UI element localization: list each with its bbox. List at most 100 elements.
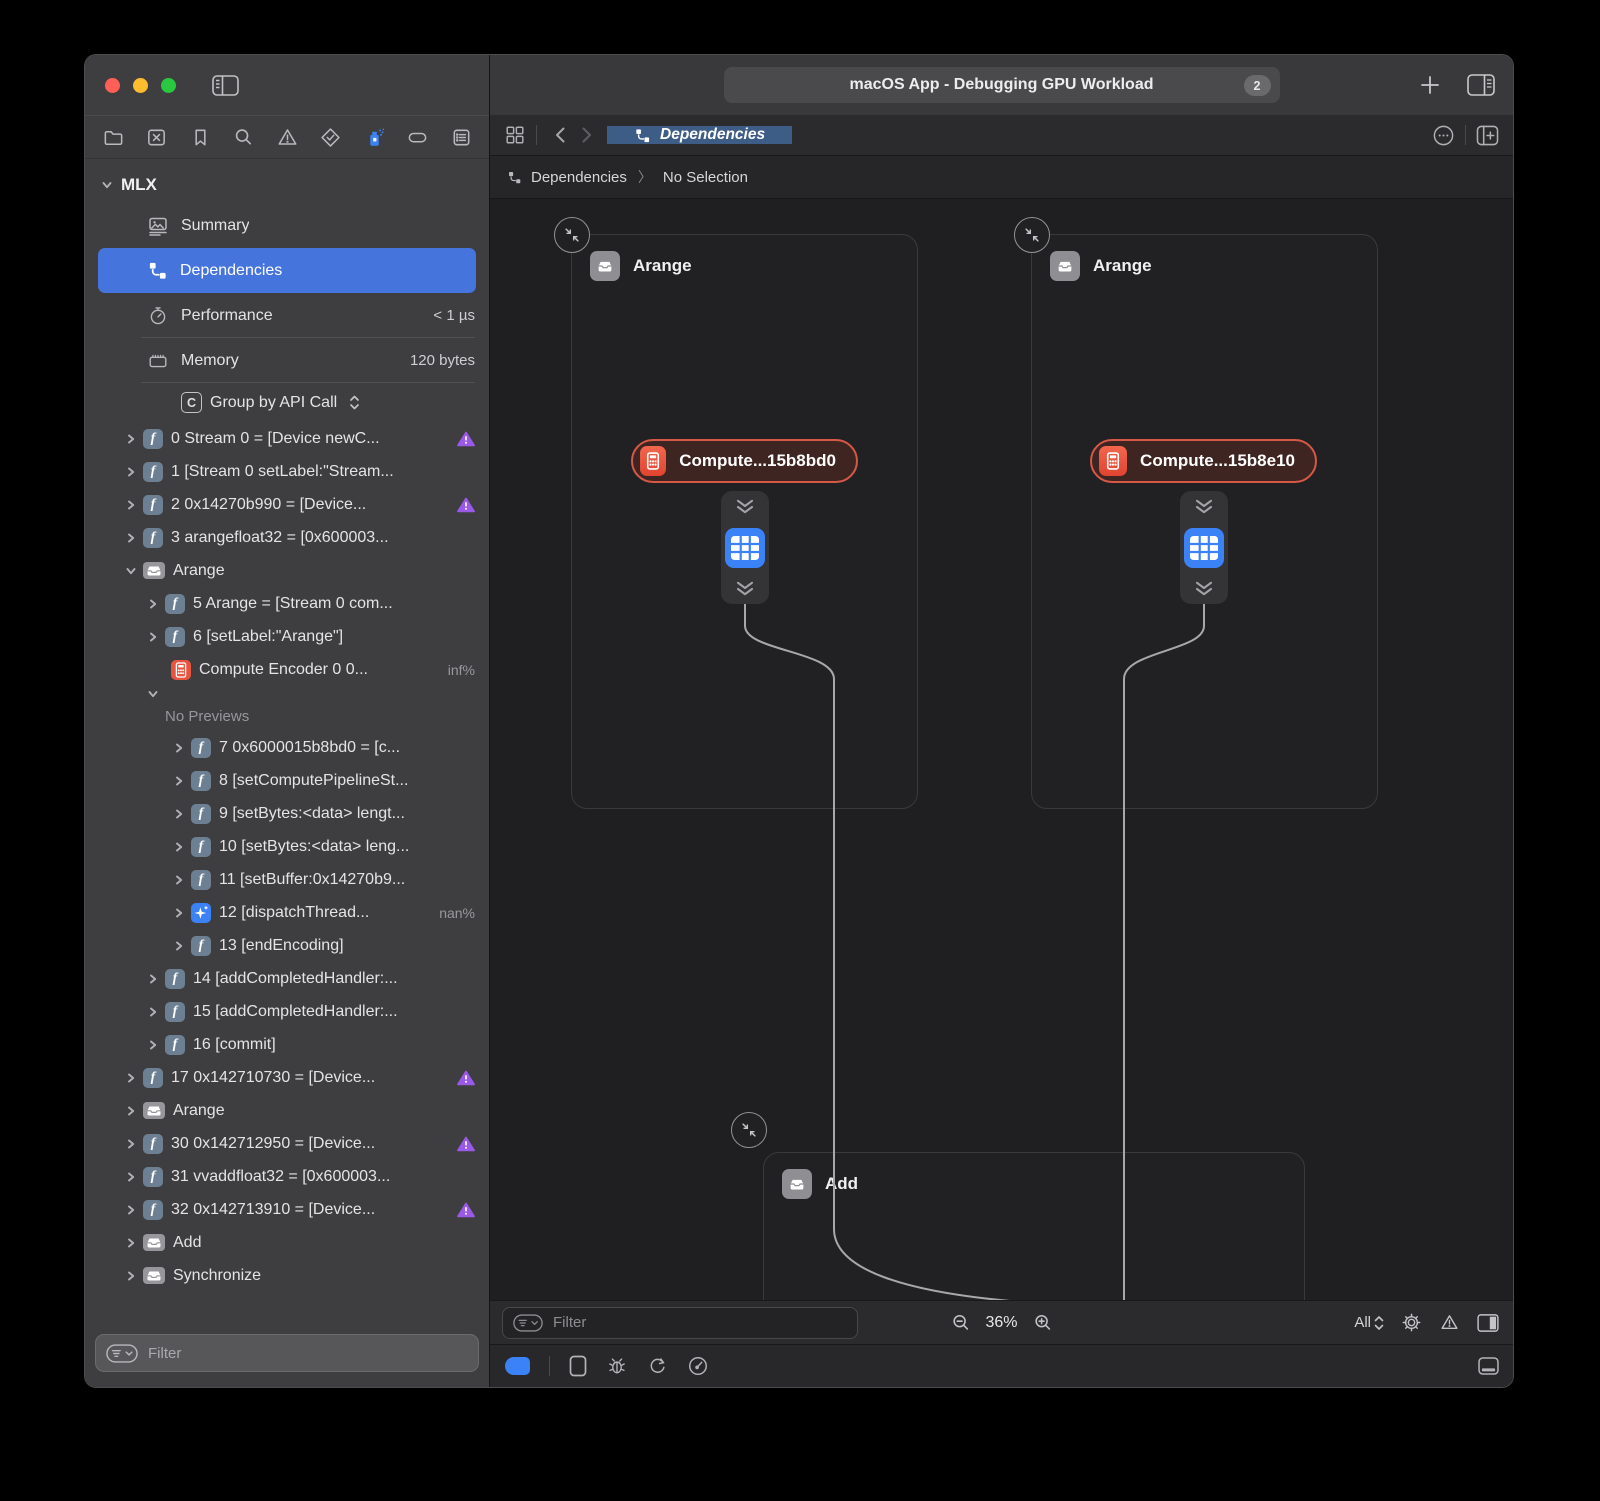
search-navigator-icon[interactable] xyxy=(229,122,259,152)
debug-navigator-icon[interactable] xyxy=(359,122,389,152)
buffer-port-widget[interactable] xyxy=(1180,491,1228,604)
graph-filter-input[interactable] xyxy=(551,1313,847,1332)
sidebar-toggle-icon[interactable] xyxy=(212,75,239,96)
disclosure-closed-icon[interactable] xyxy=(147,973,159,985)
tree-item[interactable]: f16 [commit] xyxy=(85,1028,489,1061)
report-navigator-icon[interactable] xyxy=(446,122,476,152)
collapse-group-button[interactable] xyxy=(1014,217,1050,253)
buffer-port-widget[interactable] xyxy=(721,491,769,604)
disclosure-open-icon[interactable] xyxy=(125,565,137,577)
tree-item[interactable]: 12 [dispatchThread...nan% xyxy=(85,896,489,929)
tree-item[interactable]: Synchronize xyxy=(85,1259,489,1292)
tree-item[interactable]: f2 0x14270b990 = [Device... xyxy=(85,488,489,521)
reload-icon[interactable] xyxy=(647,1356,668,1377)
disclosure-closed-icon[interactable] xyxy=(125,433,137,445)
tree-item[interactable]: f0 Stream 0 = [Device newC... xyxy=(85,422,489,455)
disclosure-closed-icon[interactable] xyxy=(125,1204,137,1216)
gpu-capture-icon[interactable] xyxy=(505,1357,530,1375)
sidebar-filter-field[interactable] xyxy=(95,1334,479,1372)
sidebar-item-performance[interactable]: Performance< 1 µs xyxy=(85,293,489,338)
bottom-panel-icon[interactable] xyxy=(1478,1357,1499,1375)
compute-encoder-node[interactable]: Compute...15b8bd0 xyxy=(631,439,858,483)
compute-encoder-node[interactable]: Compute...15b8e10 xyxy=(1090,439,1317,483)
new-tab-button[interactable] xyxy=(1419,74,1441,96)
tab-dependencies[interactable]: Dependencies xyxy=(607,126,792,144)
tree-item[interactable]: f5 Arange = [Stream 0 com... xyxy=(85,587,489,620)
tree-item[interactable]: f1 [Stream 0 setLabel:"Stream... xyxy=(85,455,489,488)
disclosure-closed-icon[interactable] xyxy=(147,1006,159,1018)
issues-navigator-icon[interactable] xyxy=(272,122,302,152)
disclosure-closed-icon[interactable] xyxy=(147,1039,159,1051)
scope-selector[interactable]: All xyxy=(1354,1314,1384,1331)
tree-item[interactable]: Compute Encoder 0 0...inf% xyxy=(85,653,489,686)
disclosure-closed-icon[interactable] xyxy=(125,1171,137,1183)
disclosure-closed-icon[interactable] xyxy=(125,1072,137,1084)
tree-item[interactable]: f30 0x142712950 = [Device... xyxy=(85,1127,489,1160)
breadcrumb-item[interactable]: Dependencies xyxy=(531,169,627,186)
tree-item[interactable]: f11 [setBuffer:0x14270b9... xyxy=(85,863,489,896)
back-button[interactable] xyxy=(547,122,573,148)
disclosure-closed-icon[interactable] xyxy=(173,808,185,820)
more-options-icon[interactable] xyxy=(1432,124,1455,147)
zoom-in-button[interactable] xyxy=(1033,1313,1053,1333)
disclosure-closed-icon[interactable] xyxy=(173,940,185,952)
disclosure-closed-icon[interactable] xyxy=(125,466,137,478)
disclosure-closed-icon[interactable] xyxy=(147,598,159,610)
disclosure-closed-icon[interactable] xyxy=(173,841,185,853)
tree-item[interactable]: f8 [setComputePipelineSt... xyxy=(85,764,489,797)
tree-item[interactable]: Arange xyxy=(85,1094,489,1127)
settings-gear-icon[interactable] xyxy=(1401,1312,1422,1333)
tree-item[interactable]: Add xyxy=(85,1226,489,1259)
disclosure-closed-icon[interactable] xyxy=(173,874,185,886)
buffer-grid-icon[interactable] xyxy=(1184,528,1224,568)
tree-item[interactable]: f14 [addCompletedHandler:... xyxy=(85,962,489,995)
disclosure-closed-icon[interactable] xyxy=(147,631,159,643)
tree-item[interactable]: f6 [setLabel:"Arange"] xyxy=(85,620,489,653)
sidebar-item-dependencies[interactable]: Dependencies xyxy=(98,248,476,293)
disclosure-closed-icon[interactable] xyxy=(173,907,185,919)
disclosure-closed-icon[interactable] xyxy=(125,1105,137,1117)
collapse-group-button[interactable] xyxy=(731,1112,767,1148)
tree-item[interactable]: f32 0x142713910 = [Device... xyxy=(85,1193,489,1226)
zoom-window-button[interactable] xyxy=(161,78,176,93)
tree-item[interactable]: Arange xyxy=(85,554,489,587)
tree-item[interactable]: f17 0x142710730 = [Device... xyxy=(85,1061,489,1094)
disclosure-closed-icon[interactable] xyxy=(173,742,185,754)
debug-shader-icon[interactable] xyxy=(606,1355,628,1377)
performance-gauge-icon[interactable] xyxy=(687,1355,709,1377)
graph-filter-field[interactable] xyxy=(502,1307,858,1339)
dependency-graph-canvas[interactable]: Arange Arange Add xyxy=(490,199,1513,1300)
add-editor-icon[interactable] xyxy=(1476,125,1499,146)
disclosure-closed-icon[interactable] xyxy=(125,532,137,544)
sidebar-item-summary[interactable]: Summary xyxy=(85,203,489,248)
buffer-grid-icon[interactable] xyxy=(725,528,765,568)
tree-item[interactable]: f7 0x6000015b8bd0 = [c... xyxy=(85,731,489,764)
disclosure-open-icon[interactable] xyxy=(147,688,159,700)
active-window-tab[interactable]: macOS App - Debugging GPU Workload 2 xyxy=(724,67,1280,103)
frame-bounds-icon[interactable] xyxy=(569,1355,587,1377)
sidebar-filter-input[interactable] xyxy=(146,1344,468,1363)
tree-item[interactable]: f9 [setBytes:<data> lengt... xyxy=(85,797,489,830)
tree-item[interactable]: f10 [setBytes:<data> leng... xyxy=(85,830,489,863)
disclosure-closed-icon[interactable] xyxy=(125,499,137,511)
close-window-button[interactable] xyxy=(105,78,120,93)
disclosure-closed-icon[interactable] xyxy=(125,1138,137,1150)
tab-grid-icon[interactable] xyxy=(504,124,526,146)
warning-toggle-icon[interactable] xyxy=(1439,1312,1460,1333)
project-navigator-icon[interactable] xyxy=(98,122,128,152)
tree-item[interactable]: f31 vvaddfloat32 = [0x600003... xyxy=(85,1160,489,1193)
disclosure-closed-icon[interactable] xyxy=(173,775,185,787)
inspector-panel-icon[interactable] xyxy=(1477,1314,1499,1332)
previews-disclosure[interactable] xyxy=(85,686,489,701)
disclosure-open-icon[interactable] xyxy=(101,179,113,191)
bookmark-navigator-icon[interactable] xyxy=(185,122,215,152)
tree-item[interactable]: f15 [addCompletedHandler:... xyxy=(85,995,489,1028)
sidebar-item-memory[interactable]: Memory120 bytes xyxy=(85,338,489,383)
tree-item[interactable]: f13 [endEncoding] xyxy=(85,929,489,962)
tests-navigator-icon[interactable] xyxy=(316,122,346,152)
tags-navigator-icon[interactable] xyxy=(403,122,433,152)
forward-button[interactable] xyxy=(573,122,599,148)
sidebar-root-mlx[interactable]: MLX xyxy=(85,167,489,203)
group-by-stepper-icon[interactable] xyxy=(349,394,360,411)
capture-navigator-icon[interactable] xyxy=(142,122,172,152)
